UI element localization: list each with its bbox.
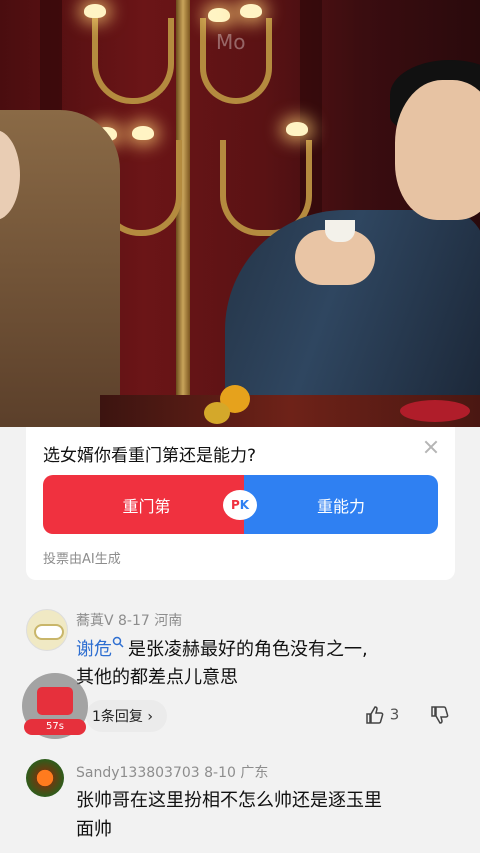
fruit — [400, 400, 470, 422]
comment-text: 张帅哥在这里扮相不怎么帅还是逐玉里 面帅 — [76, 786, 456, 844]
search-icon[interactable] — [112, 636, 124, 648]
floating-red-packet-widget[interactable]: 57s — [22, 673, 88, 739]
candle-icon — [84, 4, 106, 18]
close-icon[interactable] — [423, 439, 439, 455]
pk-p: P — [230, 498, 240, 512]
poll-option-right-button[interactable]: 重能力 — [244, 475, 438, 534]
comment-line: 其他的都差点儿意思 — [76, 667, 238, 688]
countdown-timer: 57s — [24, 719, 86, 735]
candle-icon — [208, 8, 230, 22]
comment-text: 谢危 是张凌赫最好的角色没有之一, 其他的都差点儿意思 — [76, 636, 456, 692]
avatar[interactable] — [26, 609, 68, 651]
avatar[interactable] — [26, 759, 64, 797]
dislike-button[interactable] — [430, 705, 450, 725]
mention-link[interactable]: 谢危 — [76, 639, 112, 660]
poll-option-left-button[interactable]: 重门第 — [43, 475, 250, 534]
actor-figure — [225, 60, 480, 427]
poll-card: 选女婿你看重门第还是能力? 重门第 重能力 PK 投票由AI生成 — [26, 427, 455, 580]
red-packet-icon — [37, 687, 73, 715]
video-player[interactable]: Mo — [0, 0, 480, 427]
thumbs-up-icon — [366, 706, 384, 724]
poll-question: 选女婿你看重门第还是能力? — [43, 446, 257, 466]
candle-icon — [240, 4, 262, 18]
like-count: 3 — [389, 705, 400, 724]
pk-badge: PK — [223, 490, 257, 520]
like-button[interactable]: 3 — [365, 705, 399, 725]
candelabra-arm — [92, 18, 174, 104]
poll-note: 投票由AI生成 — [43, 552, 121, 567]
video-watermark: Mo — [216, 30, 246, 54]
comment-line: 张帅哥在这里扮相不怎么帅还是逐玉里 — [76, 790, 382, 811]
thumbs-down-icon — [431, 706, 449, 724]
candle-icon — [132, 126, 154, 140]
view-replies-button[interactable]: 1条回复 › — [86, 700, 167, 732]
actress-figure — [0, 110, 120, 427]
comment-line: 面帅 — [76, 819, 112, 840]
comment-line: 是张凌赫最好的角色没有之一, — [128, 639, 368, 660]
comment-meta: 蕎蒖V 8-17 河南 — [76, 613, 183, 629]
pk-k: K — [239, 498, 250, 512]
fruit — [204, 402, 230, 424]
comment-meta: Sandy133803703 8-10 广东 — [76, 765, 269, 781]
cloud-icon — [34, 624, 64, 640]
